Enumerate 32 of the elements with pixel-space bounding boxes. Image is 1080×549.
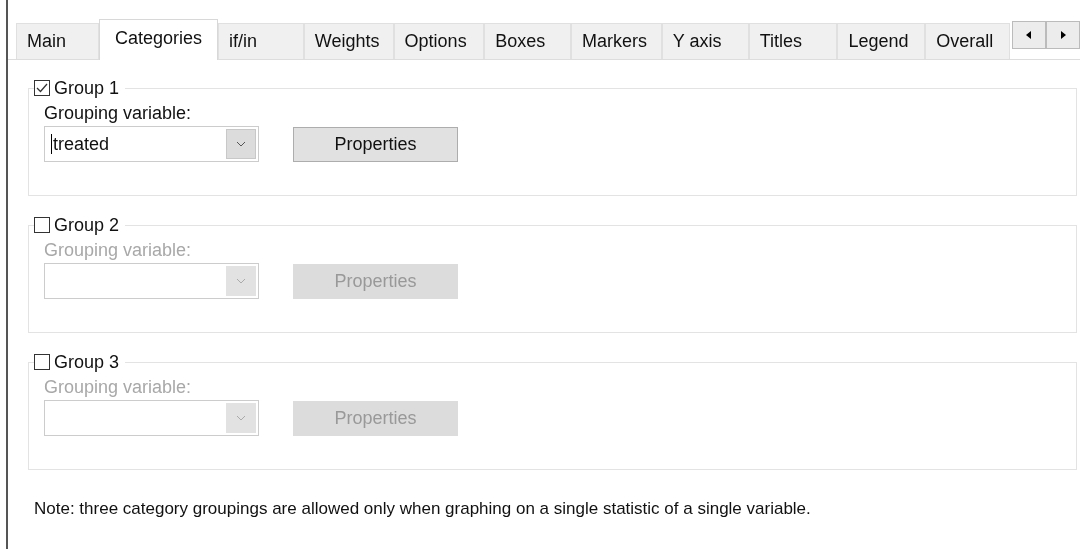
group-label: Group 3 bbox=[54, 351, 120, 373]
dropdown-field[interactable]: treated bbox=[44, 126, 259, 162]
tab[interactable]: Titles bbox=[748, 23, 838, 59]
group-label: Group 1 bbox=[54, 77, 120, 99]
tab[interactable]: Boxes bbox=[484, 23, 572, 59]
field-label: Grouping variable: bbox=[44, 377, 193, 398]
field-label: Grouping variable: bbox=[44, 103, 193, 124]
dropdown-field[interactable] bbox=[44, 263, 259, 299]
tab[interactable]: Options bbox=[393, 23, 485, 59]
tab[interactable]: Weights bbox=[303, 23, 394, 59]
triangle-left-icon bbox=[1026, 31, 1032, 39]
tab[interactable]: Y axis bbox=[661, 23, 749, 59]
chevron-down-icon bbox=[226, 266, 256, 296]
tab[interactable]: Categories bbox=[98, 19, 219, 60]
tab[interactable]: Markers bbox=[571, 23, 662, 59]
field-label: Grouping variable: bbox=[44, 240, 193, 261]
dropdown-field[interactable] bbox=[44, 400, 259, 436]
tab[interactable]: Overall bbox=[925, 23, 1010, 59]
note-text: Note: three category groupings are allowed only when graphing on a single statistic of a single variable. bbox=[33, 499, 812, 519]
scroll-left-button[interactable] bbox=[1012, 21, 1046, 49]
group-label: Group 2 bbox=[54, 214, 120, 236]
triangle-right-icon bbox=[1060, 31, 1066, 39]
checkbox[interactable] bbox=[34, 217, 50, 233]
checkbox[interactable] bbox=[34, 354, 50, 370]
checkbox[interactable] bbox=[34, 80, 50, 96]
tab[interactable]: if/in bbox=[218, 23, 304, 59]
chevron-down-icon bbox=[226, 403, 256, 433]
chevron-down-icon bbox=[226, 129, 256, 159]
scroll-right-button[interactable] bbox=[1046, 21, 1080, 49]
properties-button[interactable]: Properties bbox=[293, 126, 458, 162]
tab[interactable]: Legend bbox=[837, 23, 926, 59]
tab[interactable]: Main bbox=[16, 23, 99, 59]
